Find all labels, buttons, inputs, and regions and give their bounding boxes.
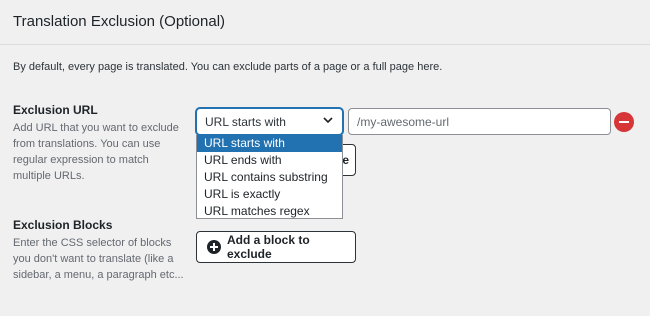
remove-circle-icon[interactable] [614, 112, 634, 132]
hidden-add-url-button-label: e [342, 153, 349, 167]
add-block-button-label: Add a block to exclude [227, 233, 310, 261]
exclusion-url-description: Add URL that you want to exclude from tr… [13, 122, 179, 182]
add-block-button[interactable]: Add a block to exclude [196, 231, 356, 263]
exclusion-url-input-value: /my-awesome-url [357, 115, 450, 129]
dropdown-option-contains[interactable]: URL contains substring [197, 169, 342, 186]
exclusion-url-label: Exclusion URL [13, 103, 98, 117]
dropdown-option-ends-with[interactable]: URL ends with [197, 152, 342, 169]
dropdown-option-regex[interactable]: URL matches regex [197, 203, 342, 220]
plus-circle-icon [207, 240, 221, 254]
dropdown-option-exactly[interactable]: URL is exactly [197, 186, 342, 203]
exclusion-url-input[interactable]: /my-awesome-url [348, 108, 611, 135]
section-intro: By default, every page is translated. Yo… [13, 61, 443, 73]
url-match-type-dropdown: URL starts with URL ends with URL contai… [196, 135, 343, 219]
dropdown-option-starts-with[interactable]: URL starts with [197, 135, 342, 152]
section-title: Translation Exclusion (Optional) [13, 13, 226, 30]
url-match-type-select[interactable]: URL starts with [196, 108, 343, 135]
section-divider [0, 44, 650, 45]
chevron-down-icon [323, 117, 333, 124]
url-match-type-value: URL starts with [205, 115, 286, 129]
exclusion-blocks-label: Exclusion Blocks [13, 218, 113, 232]
exclusion-blocks-description: Enter the CSS selector of blocks you don… [13, 237, 184, 281]
